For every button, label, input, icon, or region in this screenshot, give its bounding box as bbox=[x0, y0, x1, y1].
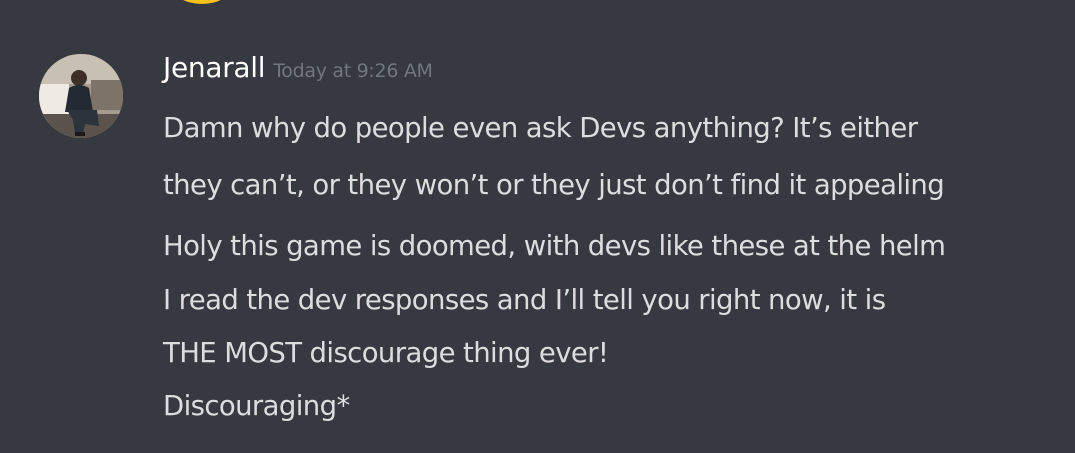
timestamp: Today at 9:26 AM bbox=[273, 60, 433, 82]
avatar[interactable] bbox=[39, 54, 123, 138]
message-line: THE MOST discourage thing ever! bbox=[163, 337, 609, 369]
message-line: Discouraging* bbox=[163, 390, 350, 422]
username[interactable]: Jenarall bbox=[163, 51, 266, 84]
message-line: Damn why do people even ask Devs anythin… bbox=[163, 112, 918, 144]
message-line: they can’t, or they won’t or they just d… bbox=[163, 169, 945, 201]
message-line: I read the dev responses and I’ll tell y… bbox=[163, 284, 886, 316]
chat-area: Jenarall Today at 9:26 AM Damn why do peo… bbox=[0, 0, 1075, 453]
message-line: Holy this game is doomed, with devs like… bbox=[163, 230, 946, 262]
previous-message-avatar[interactable] bbox=[170, 0, 234, 4]
avatar-photo bbox=[39, 54, 123, 138]
message-header: Jenarall Today at 9:26 AM bbox=[163, 51, 433, 84]
